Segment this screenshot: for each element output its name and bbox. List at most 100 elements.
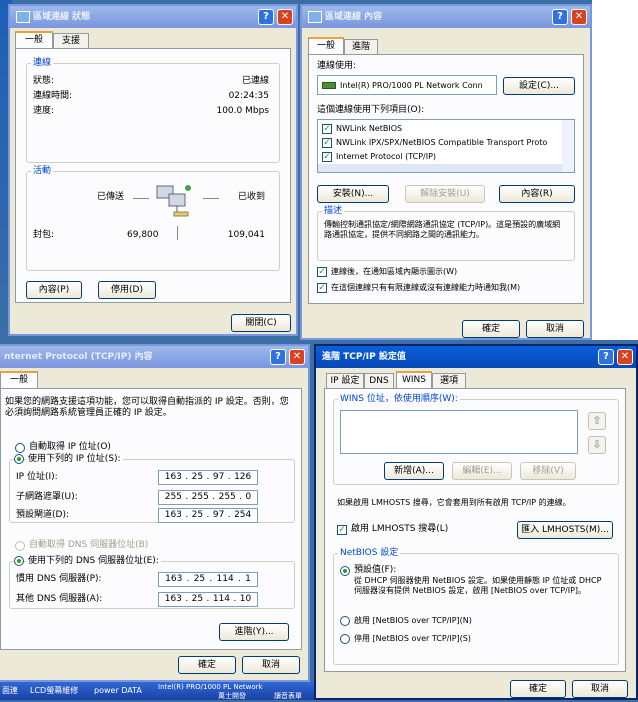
lmhosts-label[interactable]: 啟用 LMHOSTS 搜尋(L) (351, 524, 448, 535)
netbios-disable-radio[interactable] (340, 634, 350, 644)
netbios-disable-label[interactable]: 停用 [NetBIOS over TCP/IP](S) (354, 633, 471, 644)
horizontal-scrollbar[interactable] (318, 164, 562, 172)
tcpip-titlebar[interactable]: nternet Protocol (TCP/IP) 內容 (0, 346, 308, 368)
ok-button[interactable]: 確定 (510, 680, 566, 698)
taskbar-item[interactable]: 面連 (2, 685, 18, 696)
activity-group-title: 活動 (31, 166, 54, 177)
help-button[interactable]: ? (598, 349, 614, 365)
add-button[interactable]: 新增(A)... (384, 462, 444, 480)
use-dns-radio[interactable] (14, 556, 24, 566)
auto-dns-label[interactable]: 自動取得 DNS 伺服器位址(B) (29, 540, 148, 551)
cancel-button[interactable]: 取消 (572, 680, 628, 698)
component-properties-button[interactable]: 內容(R) (499, 185, 575, 203)
advanced-button[interactable]: 進階(Y)... (219, 623, 289, 641)
tab-wins[interactable]: WINS (396, 371, 432, 389)
ip-octet: 114 (216, 574, 234, 584)
close-icon[interactable]: ✕ (617, 349, 633, 365)
close-icon[interactable]: ✕ (289, 349, 305, 365)
auto-dns-radio[interactable] (15, 541, 25, 551)
ip-address-field[interactable]: 163. 25. 97. 126 (158, 470, 258, 485)
alternate-dns-label: 其他 DNS 伺服器(A): (16, 594, 103, 604)
netbios-group: NetBIOS 設定 預設值(F): 從 DHCP 伺服器使用 NetBIOS … (333, 548, 619, 665)
wins-address-list[interactable] (340, 410, 578, 454)
tab-advanced[interactable]: 進階 (344, 39, 378, 55)
tab-dns[interactable]: DNS (364, 373, 394, 389)
taskbar-item[interactable]: power DATA (94, 685, 142, 696)
checkbox-nwlink-netbios[interactable]: ✓ (322, 124, 332, 134)
auto-ip-label[interactable]: 自動取得 IP 位址(O) (29, 442, 111, 453)
install-button[interactable]: 安裝(N)... (317, 185, 389, 203)
disable-button[interactable]: 停用(D) (98, 281, 156, 299)
use-dns-label[interactable]: 使用下列的 DNS 伺服器位址(E): (26, 556, 161, 567)
help-button[interactable]: ? (270, 349, 286, 365)
tab-ip-settings[interactable]: IP 設定 (326, 373, 364, 389)
ok-button[interactable]: 確定 (178, 656, 236, 674)
close-button[interactable]: 關閉(C) (231, 314, 291, 332)
show-icon-label[interactable]: 連線後，在通知區域內顯示圖示(W) (331, 266, 457, 277)
move-up-arrow-icon[interactable]: ⇧ (588, 412, 606, 430)
gateway-label: 預設閘道(D): (16, 510, 69, 520)
properties-titlebar[interactable]: 區域連線 內容 (302, 6, 590, 28)
netbios-enable-radio[interactable] (340, 616, 350, 626)
ip-octet: 1 (245, 574, 251, 584)
uninstall-button[interactable]: 解除安裝(U) (405, 185, 485, 203)
lmhosts-checkbox[interactable]: ✓ (337, 525, 347, 535)
netbios-default-radio[interactable] (340, 566, 350, 576)
help-button[interactable]: ? (552, 9, 568, 25)
close-icon[interactable]: ✕ (571, 9, 587, 25)
ok-button[interactable]: 確定 (462, 320, 520, 338)
remove-button[interactable]: 移除(V) (520, 462, 576, 480)
netbios-default-label[interactable]: 預設值(F): (354, 565, 396, 576)
close-icon[interactable]: ✕ (277, 9, 293, 25)
tab-general[interactable]: 一般 (15, 31, 53, 49)
advanced-tcpip-window: 進階 TCP/IP 設定值 ? ✕ IP 設定 DNS WINS 選項 WINS… (314, 344, 638, 700)
speed-label: 速度: (33, 106, 55, 116)
notify-checkbox[interactable]: ✓ (317, 283, 327, 293)
edit-button[interactable]: 編輯(E)... (452, 462, 512, 480)
wins-group: WINS 位址，依使用順序(W): ⇧ ⇩ 新增(A)... 編輯(E)... … (333, 394, 619, 485)
checkbox-nwlink-ipx[interactable]: ✓ (322, 138, 332, 148)
status-titlebar[interactable]: 區域連線 狀態 (10, 6, 296, 28)
netbios-enable-label[interactable]: 啟用 [NetBIOS over TCP/IP](N) (354, 615, 472, 626)
cancel-button[interactable]: 取消 (526, 320, 584, 338)
description-title: 描述 (322, 206, 345, 217)
help-button[interactable]: ? (258, 9, 274, 25)
ip-address-label: IP 位址(I): (16, 472, 58, 482)
auto-ip-radio[interactable] (15, 443, 25, 453)
gateway-field[interactable]: 163. 25. 97. 254 (158, 508, 258, 523)
properties-button[interactable]: 內容(P) (26, 281, 82, 299)
list-item[interactable]: NWLink IPX/SPX/NetBIOS Compatible Transp… (336, 137, 558, 148)
taskbar-item[interactable]: 萬士開發 (218, 691, 246, 702)
alternate-dns-field[interactable]: 163. 25. 114. 10 (158, 592, 258, 607)
move-down-arrow-icon[interactable]: ⇩ (588, 436, 606, 454)
tab-general[interactable]: 一般 (308, 37, 344, 55)
wins-group-title: WINS 位址，依使用順序(W): (338, 394, 460, 405)
tab-support[interactable]: 支援 (53, 33, 89, 49)
intro-text: 如果您的網路支援這項功能，您可以取得自動指派的 IP 設定。否則，您必須詢問網路… (5, 397, 289, 418)
use-ip-label[interactable]: 使用下列的 IP 位址(S): (26, 454, 123, 465)
checkbox-tcpip[interactable]: ✓ (322, 152, 332, 162)
show-icon-checkbox[interactable]: ✓ (317, 267, 327, 277)
tcpip-title: nternet Protocol (TCP/IP) 內容 (4, 352, 153, 362)
cancel-button[interactable]: 取消 (242, 656, 300, 674)
import-lmhosts-button[interactable]: 匯入 LMHOSTS(M)... (517, 521, 613, 539)
duration-label: 連線時間: (33, 91, 73, 101)
list-item[interactable]: NWLink NetBIOS (336, 123, 402, 134)
wins-panel: WINS 位址，依使用順序(W): ⇧ ⇩ 新增(A)... 編輯(E)... … (324, 388, 626, 672)
tab-options[interactable]: 選項 (432, 373, 466, 389)
use-ip-radio[interactable] (14, 454, 24, 464)
taskbar: 面連 LCD螢幕維修 power DATA Intel(R) PRO/1000 … (0, 682, 314, 700)
taskbar-item[interactable]: 讀音表單 (274, 691, 302, 702)
advanced-titlebar[interactable]: 進階 TCP/IP 設定值 (316, 346, 636, 368)
preferred-dns-field[interactable]: 163. 25. 114. 1 (158, 572, 258, 587)
tab-general[interactable]: 一般 (0, 371, 38, 389)
subnet-mask-field[interactable]: 255. 255. 255. 0 (158, 490, 258, 505)
vertical-scrollbar[interactable] (562, 120, 574, 172)
taskbar-item[interactable]: LCD螢幕維修 (30, 685, 78, 696)
configure-button[interactable]: 設定(C)... (503, 77, 575, 95)
list-item[interactable]: Internet Protocol (TCP/IP) (336, 151, 436, 162)
received-line (203, 198, 219, 199)
notify-label[interactable]: 在這個連線只有有限連線或沒有連線能力時通知我(M) (331, 282, 520, 293)
received-label: 已收到 (237, 192, 265, 202)
ip-octet: 25 (191, 510, 204, 520)
